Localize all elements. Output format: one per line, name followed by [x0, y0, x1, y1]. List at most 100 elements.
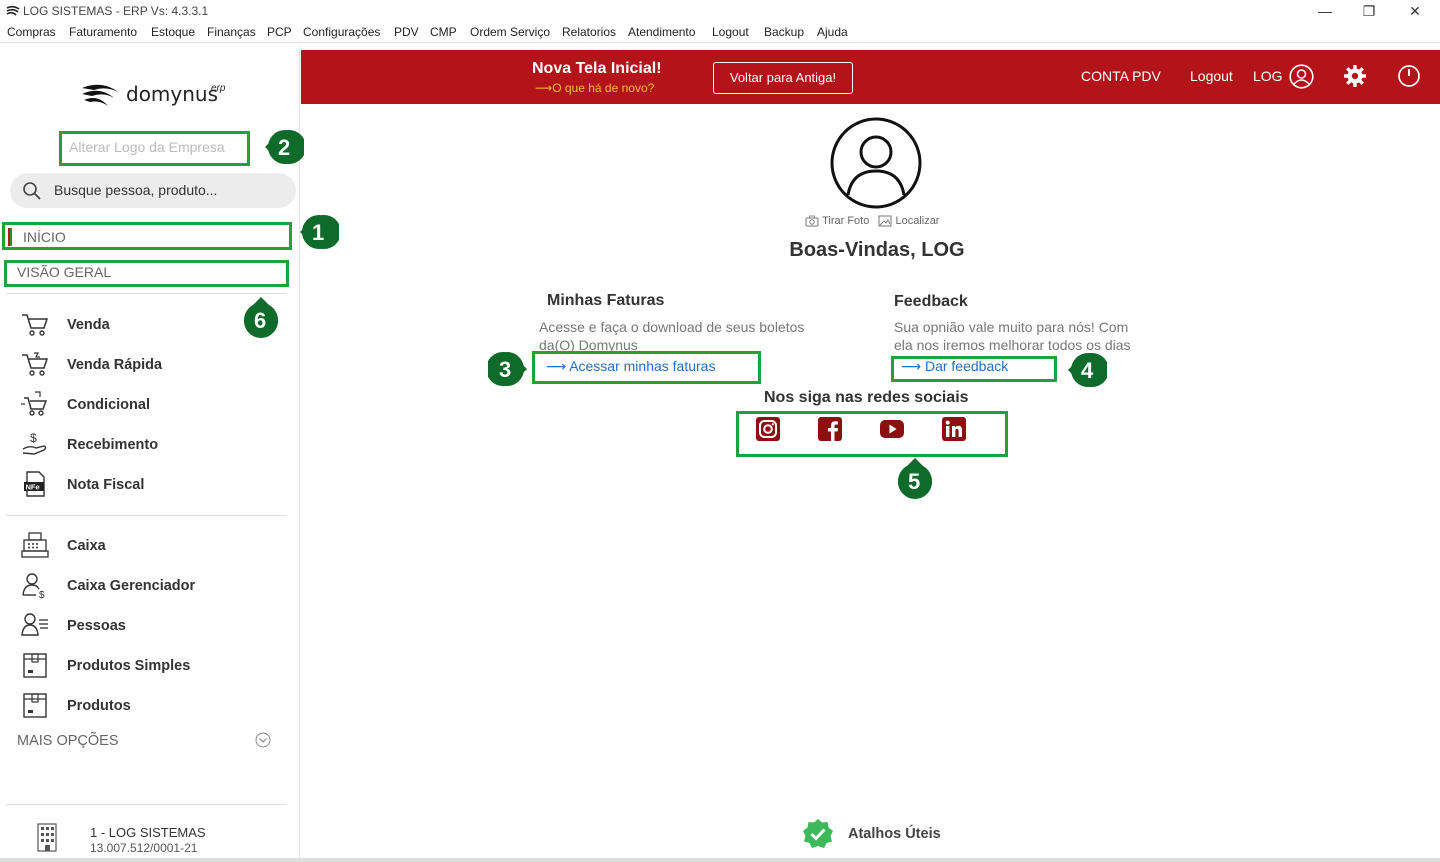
menubar: Compras Faturamento Estoque Finanças PCP…	[0, 23, 1440, 43]
nova-tela-title: Nova Tela Inicial!	[532, 60, 662, 77]
search-input[interactable]: Busque pessoa, produto...	[10, 173, 296, 208]
annotation-badge-2: 2	[262, 127, 306, 167]
menu-financas[interactable]: Finanças	[207, 25, 256, 39]
sidebar-item-pessoas[interactable]: Pessoas	[20, 611, 280, 641]
sidebar-item-nota-fiscal[interactable]: NFe Nota Fiscal	[20, 470, 280, 500]
menu-relatorios[interactable]: Relatorios	[562, 25, 616, 39]
photo-actions: Tirar Foto Localizar	[805, 215, 939, 227]
sidebar-item-label: Condicional	[67, 397, 150, 413]
feedback-title: Feedback	[894, 293, 968, 310]
search-icon	[23, 182, 41, 200]
annotation-box-2	[59, 131, 250, 166]
window-titlebar: LOG SISTEMAS - ERP Vs: 4.3.3.1 — ❐ ✕	[0, 0, 1440, 23]
chevron-down-icon[interactable]	[255, 732, 271, 748]
people-icon	[21, 613, 48, 636]
sidebar-item-produtos-simples[interactable]: Produtos Simples	[20, 651, 280, 681]
annotation-badge-3: 3	[486, 349, 530, 389]
localizar-link[interactable]: Localizar	[895, 215, 939, 227]
sidebar-item-produtos[interactable]: Produtos	[20, 691, 280, 721]
avatar-icon[interactable]	[830, 117, 922, 209]
svg-text:$: $	[39, 590, 45, 599]
app-logo-icon	[6, 5, 20, 16]
annotation-box-5	[736, 411, 1008, 457]
search-placeholder: Busque pessoa, produto...	[54, 182, 218, 198]
menu-compras[interactable]: Compras	[7, 25, 56, 39]
logo-text: domynus	[126, 82, 219, 106]
image-icon	[878, 215, 892, 227]
close-button[interactable]: ✕	[1392, 0, 1438, 23]
svg-text:NFe: NFe	[26, 483, 40, 492]
mais-opcoes-toggle[interactable]: MAIS OPÇÕES	[17, 733, 119, 749]
window-title: LOG SISTEMAS - ERP Vs: 4.3.3.1	[23, 4, 209, 18]
faturas-title: Minhas Faturas	[547, 292, 665, 309]
hand-money-icon: $	[22, 431, 47, 455]
sidebar-item-recebimento[interactable]: $ Recebimento	[20, 430, 280, 460]
sidebar-item-label: Produtos Simples	[67, 658, 191, 674]
menu-faturamento[interactable]: Faturamento	[69, 25, 137, 39]
social-title: Nos siga nas redes sociais	[764, 389, 969, 406]
annotation-badge-1: 1	[297, 212, 341, 252]
check-badge-icon	[803, 819, 833, 848]
sidebar-item-caixa-gerenciador[interactable]: $ Caixa Gerenciador	[20, 571, 280, 601]
annotation-box-3	[532, 351, 761, 384]
menu-ordem-servico[interactable]: Ordem Serviço	[470, 25, 550, 39]
logo-suffix: erp	[211, 83, 226, 94]
sidebar: domynus erp Alterar Logo da Empresa Busq…	[2, 46, 300, 858]
camera-icon	[805, 215, 819, 227]
divider	[6, 804, 286, 805]
minimize-button[interactable]: —	[1302, 0, 1348, 23]
company-cnpj: 13.007.512/0001-21	[90, 841, 198, 855]
main-content: Tirar Foto Localizar Boas-Vindas, LOG Mi…	[301, 104, 1440, 858]
svg-text:$: $	[30, 431, 37, 445]
welcome-heading: Boas-Vindas, LOG	[789, 239, 965, 261]
nfe-icon: NFe	[24, 471, 45, 497]
sidebar-item-label: Caixa Gerenciador	[67, 578, 196, 594]
annotation-badge-6: 6	[240, 295, 282, 339]
tirar-foto-link[interactable]: Tirar Foto	[822, 215, 869, 227]
divider	[6, 515, 286, 516]
sidebar-item-condicional[interactable]: Condicional	[20, 390, 280, 420]
voltar-antiga-button[interactable]: Voltar para Antiga!	[713, 62, 853, 94]
menu-logout[interactable]: Logout	[712, 25, 749, 39]
annotation-box-4	[891, 356, 1057, 382]
bottom-border	[0, 858, 1440, 862]
menu-backup[interactable]: Backup	[764, 25, 804, 39]
sidebar-item-label: Caixa	[67, 538, 106, 554]
user-icon[interactable]	[1289, 64, 1314, 89]
whats-new-link[interactable]: ⟶O que há de novo?	[535, 81, 654, 95]
box-icon	[23, 653, 47, 678]
cart-icon	[22, 314, 49, 336]
conta-pdv-link[interactable]: CONTA PDV	[1081, 68, 1161, 84]
annotation-badge-4: 4	[1065, 350, 1109, 390]
menu-atendimento[interactable]: Atendimento	[628, 25, 695, 39]
power-icon[interactable]	[1397, 64, 1421, 88]
menu-configuracoes[interactable]: Configurações	[303, 25, 380, 39]
sidebar-item-label: Nota Fiscal	[67, 477, 145, 493]
sidebar-item-venda-rapida[interactable]: Venda Rápida	[20, 350, 280, 380]
user-money-icon: $	[22, 573, 45, 599]
atalhos-label: Atalhos Úteis	[848, 826, 941, 842]
top-banner: Nova Tela Inicial! ⟶O que há de novo? Vo…	[301, 50, 1440, 104]
user-name[interactable]: LOG	[1253, 68, 1283, 84]
restore-button[interactable]: ❐	[1346, 0, 1392, 23]
domynus-logo: domynus erp	[80, 80, 240, 108]
divider	[6, 293, 286, 294]
cart-fast-icon	[22, 352, 49, 376]
company-info: 1 - LOG SISTEMAS 13.007.512/0001-21	[32, 818, 292, 858]
menu-ajuda[interactable]: Ajuda	[817, 25, 848, 39]
menu-pdv[interactable]: PDV	[394, 25, 419, 39]
sidebar-item-label: Recebimento	[67, 437, 159, 453]
sidebar-item-label: Venda	[67, 317, 110, 333]
sidebar-item-caixa[interactable]: Caixa	[20, 531, 280, 561]
atalhos-uteis[interactable]: Atalhos Úteis	[802, 818, 1002, 850]
box-icon	[23, 693, 47, 718]
menu-cmp[interactable]: CMP	[430, 25, 457, 39]
building-icon	[37, 823, 57, 852]
menu-estoque[interactable]: Estoque	[151, 25, 195, 39]
logout-link[interactable]: Logout	[1190, 68, 1233, 84]
menu-pcp[interactable]: PCP	[267, 25, 292, 39]
annotation-box-1	[2, 222, 292, 250]
sidebar-item-label: Venda Rápida	[67, 357, 163, 373]
company-name: 1 - LOG SISTEMAS	[90, 825, 206, 840]
gear-icon[interactable]	[1343, 64, 1367, 88]
